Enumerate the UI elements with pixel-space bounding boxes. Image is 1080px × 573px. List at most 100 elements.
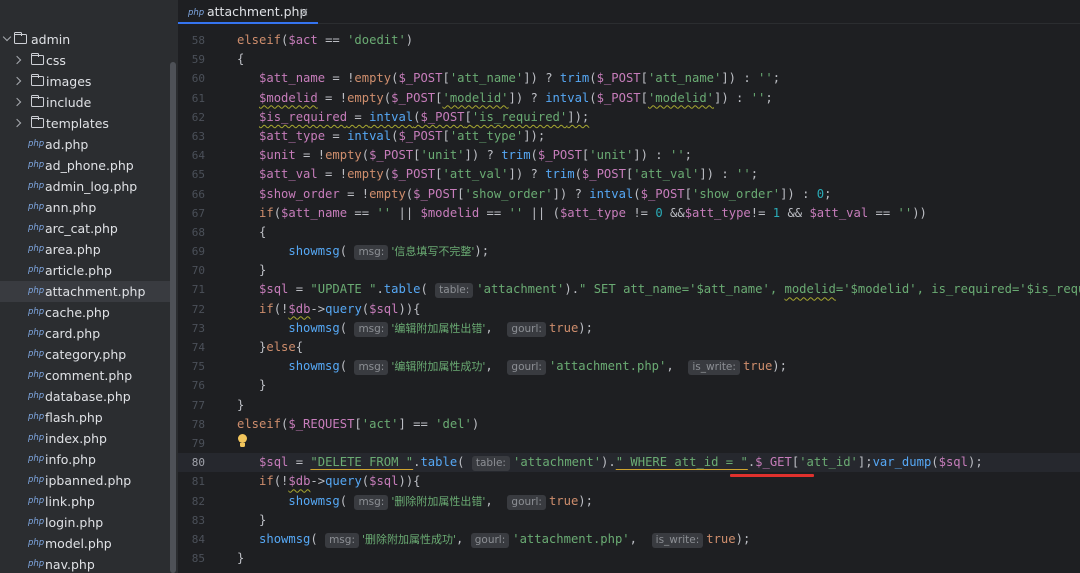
- string-literal: '删除附加属性成功': [361, 532, 457, 546]
- folder-icon: [30, 73, 44, 86]
- string-literal: 'show_order': [692, 186, 781, 201]
- line-number: 80: [191, 456, 205, 470]
- chevron-right-icon[interactable]: [12, 97, 22, 107]
- string-literal: 'att_val': [633, 167, 700, 182]
- tree-file-database-php[interactable]: php database.php: [0, 386, 170, 407]
- tree-folder-templates[interactable]: templates: [0, 113, 170, 134]
- php-file-icon: php: [28, 559, 45, 569]
- code-line: 74 }else{: [178, 338, 1080, 357]
- code-line: 63 $att_type = intval($_POST['att_type']…: [178, 127, 1080, 146]
- close-icon[interactable]: ×: [299, 0, 309, 24]
- tree-file-index-php[interactable]: php index.php: [0, 428, 170, 449]
- string-literal: '': [736, 167, 751, 182]
- tree-label: flash.php: [45, 410, 103, 425]
- code-line: 71 $sql = "UPDATE ".table( table:'attach…: [178, 280, 1080, 299]
- line-number: 70: [191, 264, 205, 278]
- line-number: 59: [191, 53, 205, 67]
- php-file-icon: php: [28, 244, 45, 254]
- code-line: 76 }: [178, 376, 1080, 395]
- folder-icon: [30, 52, 44, 65]
- string-literal: 'att_id': [799, 455, 858, 470]
- string-literal: '': [758, 71, 773, 86]
- tree-file-ad-php[interactable]: php ad.php: [0, 134, 170, 155]
- tree-file-flash-php[interactable]: php flash.php: [0, 407, 170, 428]
- code-line: 69 showmsg( msg: '信息填写不完整');: [178, 242, 1080, 261]
- param-hint: gourl:: [470, 532, 510, 548]
- line-number: 85: [191, 552, 205, 566]
- param-hint: gourl:: [507, 321, 546, 337]
- tree-file-ipbanned-php[interactable]: php ipbanned.php: [0, 470, 170, 491]
- lightbulb-icon[interactable]: [237, 434, 248, 449]
- string-literal: 'att_name': [449, 71, 524, 86]
- tree-label: css: [46, 53, 66, 68]
- php-file-icon: php: [28, 307, 45, 317]
- tab-label: attachment.php: [207, 4, 308, 19]
- chevron-right-icon[interactable]: [12, 76, 22, 86]
- string-literal: modelid: [784, 282, 836, 297]
- tree-file-category-php[interactable]: php category.php: [0, 344, 170, 365]
- tree-file-login-php[interactable]: php login.php: [0, 512, 170, 533]
- tree-folder-images[interactable]: images: [0, 71, 170, 92]
- tree-label: ann.php: [45, 200, 97, 215]
- tree-folder-admin[interactable]: admin: [0, 29, 170, 50]
- line-number: 83: [191, 513, 205, 527]
- php-file-icon: php: [28, 454, 45, 464]
- folder-icon: [30, 94, 44, 107]
- code-line: 70 }: [178, 261, 1080, 280]
- code-line: 82 showmsg( msg: '删除附加属性出错', gourl: true);: [178, 492, 1080, 511]
- tree-file-admin-log-php[interactable]: php admin_log.php: [0, 176, 170, 197]
- line-number: 62: [191, 110, 205, 124]
- string-literal: 'attachment': [476, 282, 565, 297]
- line-number: 67: [191, 206, 205, 220]
- tab-attachment-php[interactable]: php attachment.php ×: [178, 0, 318, 24]
- line-number: 82: [191, 494, 205, 508]
- sidebar-scrollbar[interactable]: [170, 62, 176, 573]
- string-literal: '编辑附加属性成功': [391, 360, 486, 374]
- code-line: 62 $is_required = intval($_POST['is_requ…: [178, 108, 1080, 127]
- tree-label: arc_cat.php: [45, 221, 118, 236]
- param-hint: msg:: [354, 245, 389, 261]
- param-hint: msg:: [354, 321, 389, 337]
- tree-file-comment-php[interactable]: php comment.php: [0, 365, 170, 386]
- line-number: 58: [191, 34, 205, 47]
- tree-file-article-php[interactable]: php article.php: [0, 260, 170, 281]
- string-literal: '': [669, 148, 685, 163]
- string-literal: 'attachment': [512, 455, 602, 470]
- tree-folder-include[interactable]: include: [0, 92, 170, 113]
- tree-file-ann-php[interactable]: php ann.php: [0, 197, 170, 218]
- string-literal: 'attachment.php': [548, 359, 667, 374]
- tree-label: attachment.php: [45, 284, 146, 299]
- param-hint: table:: [435, 283, 474, 299]
- tree-file-model-php[interactable]: php model.php: [0, 533, 170, 554]
- line-number: 66: [191, 187, 205, 201]
- chevron-right-icon[interactable]: [12, 118, 22, 128]
- tree-file-card-php[interactable]: php card.php: [0, 323, 170, 344]
- line-number: 81: [191, 475, 205, 489]
- string-literal: 'is_required': [471, 109, 568, 124]
- tree-file-link-php[interactable]: php link.php: [0, 491, 170, 512]
- tree-folder-css[interactable]: css: [0, 50, 170, 71]
- tree-file-info-php[interactable]: php info.php: [0, 449, 170, 470]
- tree-file-nav-php[interactable]: php nav.php: [0, 554, 170, 573]
- tree-label: nav.php: [45, 557, 95, 572]
- tree-file-ad-phone-php[interactable]: php ad_phone.php: [0, 155, 170, 176]
- string-literal: 'att_name': [647, 71, 722, 86]
- code-line: 85}: [178, 549, 1080, 568]
- tree-file-arc-cat-php[interactable]: php arc_cat.php: [0, 218, 170, 239]
- code-editor[interactable]: php attachment.php × 58 elseif($act == 'd…: [178, 0, 1080, 573]
- chevron-right-icon[interactable]: [12, 55, 22, 65]
- line-number: 78: [191, 417, 205, 431]
- string-literal: '': [750, 90, 766, 105]
- code-area[interactable]: 58 elseif($act == 'doedit') 59{ 60 $att_n…: [178, 31, 1080, 568]
- chevron-down-icon[interactable]: [2, 32, 12, 42]
- tree-file-cache-php[interactable]: php cache.php: [0, 302, 170, 323]
- string-literal: 'doedit': [347, 33, 406, 47]
- tree-file-area-php[interactable]: php area.php: [0, 239, 170, 260]
- code-line: 77}: [178, 396, 1080, 415]
- editor-tab-bar: php attachment.php ×: [178, 0, 1080, 24]
- string-literal: 'att_type': [449, 128, 524, 143]
- php-file-icon: php: [28, 538, 45, 548]
- php-file-icon: php: [28, 391, 45, 401]
- php-file-icon: php: [188, 8, 205, 18]
- tree-file-attachment-php[interactable]: php attachment.php: [0, 281, 170, 302]
